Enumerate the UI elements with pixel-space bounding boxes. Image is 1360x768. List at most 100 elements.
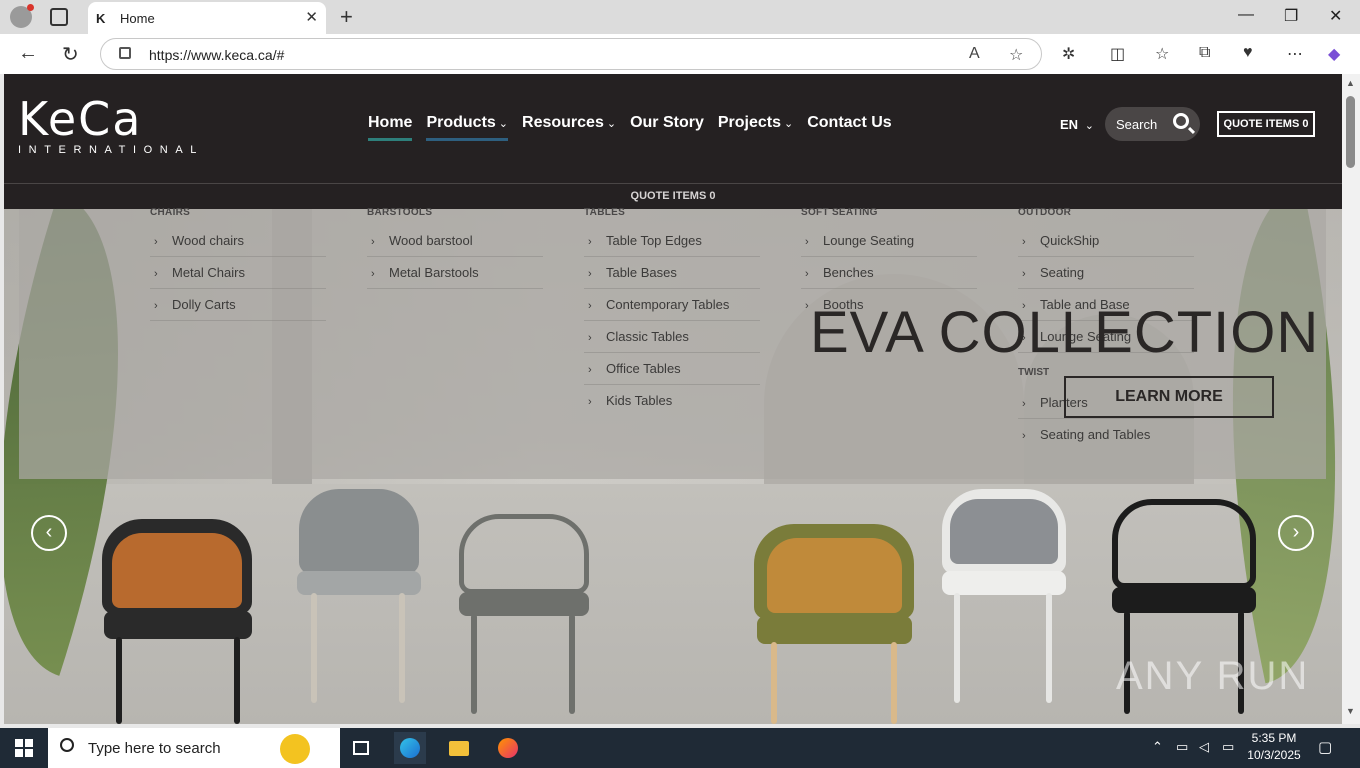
menu-item[interactable]: › Metal Chairs — [150, 257, 326, 289]
favorites-icon[interactable]: ☆ — [1155, 44, 1169, 64]
address-bar[interactable]: https://www.keca.ca/# A ☆ — [100, 38, 1042, 70]
nav-home[interactable]: Home — [368, 114, 413, 141]
favicon-icon: K — [96, 11, 106, 26]
chair-olive-weave — [749, 524, 919, 724]
clock-time[interactable]: 5:35 PM — [1246, 731, 1302, 745]
chevron-right-icon: › — [1022, 430, 1026, 442]
carousel-prev-button[interactable]: ‹ — [31, 515, 67, 551]
nav-resources-label: Resources — [522, 114, 604, 131]
hero-title: EVA COLLECTION — [810, 300, 1320, 365]
back-arrow-icon[interactable]: ← — [18, 42, 38, 65]
chevron-right-icon: › — [588, 300, 592, 312]
url-text[interactable]: https://www.keca.ca/# — [149, 47, 284, 63]
edge-icon[interactable] — [394, 732, 426, 764]
new-tab-button[interactable]: + — [340, 4, 353, 30]
nav-contact-us[interactable]: Contact Us — [807, 114, 891, 141]
scroll-down-icon[interactable]: ▼ — [1346, 706, 1355, 716]
search-button[interactable]: Search — [1105, 107, 1200, 141]
menu-item[interactable]: › Lounge Seating — [801, 225, 977, 257]
start-button[interactable] — [15, 739, 33, 757]
chevron-right-icon: › — [154, 300, 158, 312]
volume-icon[interactable]: ◁ — [1199, 739, 1209, 755]
menu-item[interactable]: › Office Tables — [584, 353, 760, 385]
profile-icon[interactable] — [10, 4, 34, 28]
quote-items-strip[interactable]: QUOTE ITEMS 0 — [4, 184, 1342, 209]
browser-toolbar: ← ↻ https://www.keca.ca/# A ☆ ✲ ◫ ☆ ⧉ ♥ … — [0, 34, 1360, 74]
clock-date[interactable]: 10/3/2025 — [1246, 748, 1302, 762]
scroll-thumb[interactable] — [1346, 96, 1355, 168]
file-explorer-icon[interactable] — [443, 732, 475, 764]
firefox-icon[interactable] — [492, 732, 524, 764]
page-scrollbar[interactable]: ▲ ▼ — [1342, 74, 1360, 724]
chair-orange-black — [94, 519, 264, 724]
chevron-right-icon: › — [805, 236, 809, 248]
nav-our-story[interactable]: Our Story — [630, 114, 704, 141]
menu-item[interactable]: › Kids Tables — [584, 385, 760, 417]
collections-icon[interactable]: ⧉ — [1199, 44, 1210, 62]
nav-projects[interactable]: Projects ⌄ — [718, 114, 793, 141]
menu-item[interactable]: › Seating and Tables — [1018, 419, 1194, 451]
task-view-icon[interactable] — [346, 732, 378, 764]
more-menu-icon[interactable]: ⋯ — [1287, 44, 1303, 64]
menu-item[interactable]: › Seating — [1018, 257, 1194, 289]
notifications-icon[interactable]: ▢ — [1318, 738, 1332, 756]
refresh-icon[interactable]: ↻ — [62, 42, 79, 67]
maximize-button[interactable]: ❐ — [1284, 6, 1298, 26]
learn-more-button[interactable]: LEARN MORE — [1064, 376, 1274, 418]
minimize-button[interactable]: — — [1238, 6, 1254, 24]
quote-items-button[interactable]: QUOTE ITEMS 0 — [1217, 111, 1315, 137]
menu-column-barstools: BARSTOOLS › Wood barstool › Metal Barstool… — [367, 207, 543, 289]
display-icon[interactable]: ▭ — [1222, 739, 1234, 755]
menu-item-label: Office Tables — [606, 361, 681, 376]
copilot-icon[interactable]: ◆ — [1328, 44, 1340, 64]
weather-sun-icon[interactable] — [280, 734, 310, 764]
chevron-down-icon: ⌄ — [1084, 120, 1094, 132]
menu-item[interactable]: › Wood barstool — [367, 225, 543, 257]
menu-item-label: Classic Tables — [606, 329, 689, 344]
chevron-down-icon: ⌄ — [784, 118, 794, 130]
language-selector[interactable]: EN ⌄ — [1060, 117, 1094, 132]
menu-item[interactable]: › Table Top Edges — [584, 225, 760, 257]
nav-products[interactable]: Products ⌄ — [426, 114, 509, 141]
menu-item[interactable]: › Table Bases — [584, 257, 760, 289]
tab-title: Home — [120, 11, 155, 26]
close-window-button[interactable]: ✕ — [1329, 6, 1342, 26]
menu-item[interactable]: › Contemporary Tables — [584, 289, 760, 321]
tray-chevron-icon[interactable]: ⌃ — [1152, 739, 1163, 755]
taskbar-search[interactable]: Type here to search — [48, 728, 340, 768]
menu-item-label: Kids Tables — [606, 393, 673, 408]
lock-icon[interactable] — [119, 47, 131, 59]
chevron-right-icon: › — [588, 332, 592, 344]
tab-close-icon[interactable]: ✕ — [305, 8, 318, 26]
chevron-right-icon: › — [1022, 398, 1026, 410]
chevron-right-icon: › — [371, 236, 375, 248]
split-screen-icon[interactable]: ◫ — [1110, 44, 1125, 64]
menu-item[interactable]: › QuickShip — [1018, 225, 1194, 257]
menu-item[interactable]: › Classic Tables — [584, 321, 760, 353]
menu-heading: CHAIRS — [150, 207, 191, 218]
main-navigation: Home Products ⌄ Resources ⌄ Our Story Proj… — [368, 114, 892, 141]
nav-resources[interactable]: Resources ⌄ — [522, 114, 616, 141]
chevron-right-icon: › — [371, 268, 375, 280]
menu-item[interactable]: › Dolly Carts — [150, 289, 326, 321]
read-aloud-icon[interactable]: A — [969, 45, 980, 63]
tab-actions-icon[interactable] — [50, 8, 68, 26]
menu-item-label: Table Bases — [606, 265, 677, 280]
favorite-star-icon[interactable]: ☆ — [1009, 45, 1023, 65]
extensions-icon[interactable]: ✲ — [1062, 44, 1075, 64]
menu-item[interactable]: › Benches — [801, 257, 977, 289]
browser-essentials-icon[interactable]: ♥ — [1243, 44, 1253, 62]
menu-item-label: Contemporary Tables — [606, 297, 730, 312]
chevron-right-icon: › — [154, 268, 158, 280]
network-icon[interactable]: ▭ — [1176, 739, 1188, 755]
menu-item-label: QuickShip — [1040, 233, 1100, 248]
chevron-right-icon: › — [1022, 268, 1026, 280]
keca-logo[interactable]: KeCa INTERNATIONAL — [18, 96, 204, 156]
chevron-down-icon: ⌄ — [498, 118, 509, 130]
chair-grey-slat — [449, 514, 599, 714]
browser-tab[interactable]: K Home ✕ — [88, 2, 326, 34]
scroll-up-icon[interactable]: ▲ — [1346, 78, 1355, 88]
menu-item[interactable]: › Metal Barstools — [367, 257, 543, 289]
menu-item[interactable]: › Wood chairs — [150, 225, 326, 257]
carousel-next-button[interactable]: › — [1278, 515, 1314, 551]
